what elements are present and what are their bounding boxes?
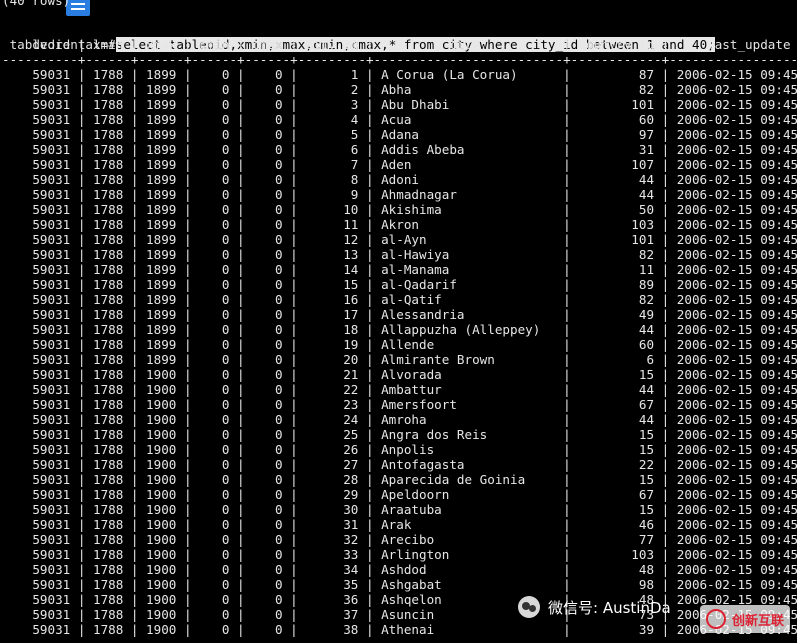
table-row: 59031 | 1788 | 1900 | 0 | 0 | 24 | Amroh… xyxy=(2,412,797,427)
table-row: 59031 | 1788 | 1899 | 0 | 0 | 11 | Akron… xyxy=(2,217,797,232)
table-row: 59031 | 1788 | 1900 | 0 | 0 | 31 | Arak … xyxy=(2,517,797,532)
table-row: 59031 | 1788 | 1900 | 0 | 0 | 29 | Apeld… xyxy=(2,487,797,502)
table-row: 59031 | 1788 | 1900 | 0 | 0 | 34 | Ashdo… xyxy=(2,562,797,577)
table-row: 59031 | 1788 | 1899 | 0 | 0 | 2 | Abha |… xyxy=(2,82,797,97)
table-row: 59031 | 1788 | 1900 | 0 | 0 | 21 | Alvor… xyxy=(2,367,797,382)
result-header-row: tableoid | xmin | xmax | cmin | cmax | c… xyxy=(2,37,797,52)
table-row: 59031 | 1788 | 1899 | 0 | 0 | 14 | al-Ma… xyxy=(2,262,797,277)
brand-text: 创新互联 xyxy=(732,613,785,629)
table-row: 59031 | 1788 | 1899 | 0 | 0 | 16 | al-Qa… xyxy=(2,292,797,307)
table-row: 59031 | 1788 | 1900 | 0 | 0 | 33 | Arlin… xyxy=(2,547,797,562)
wechat-icon xyxy=(518,596,540,618)
table-row: 59031 | 1788 | 1899 | 0 | 0 | 10 | Akish… xyxy=(2,202,797,217)
table-row: 59031 | 1788 | 1899 | 0 | 0 | 20 | Almir… xyxy=(2,352,797,367)
table-row: 59031 | 1788 | 1900 | 0 | 0 | 25 | Angra… xyxy=(2,427,797,442)
table-row: 59031 | 1788 | 1899 | 0 | 0 | 13 | al-Ha… xyxy=(2,247,797,262)
previous-output-line: (40 rows) xyxy=(2,0,71,8)
table-row: 59031 | 1788 | 1899 | 0 | 0 | 9 | Ahmadn… xyxy=(2,187,797,202)
table-row: 59031 | 1788 | 1900 | 0 | 0 | 30 | Araat… xyxy=(2,502,797,517)
table-row: 59031 | 1788 | 1899 | 0 | 0 | 6 | Addis … xyxy=(2,142,797,157)
table-row: 59031 | 1788 | 1899 | 0 | 0 | 18 | Allap… xyxy=(2,322,797,337)
result-separator: ----------+------+------+------+------+-… xyxy=(2,52,797,67)
wechat-watermark: 微信号: AustinDa xyxy=(518,596,671,618)
table-row: 59031 | 1788 | 1900 | 0 | 0 | 37 | Asunc… xyxy=(2,607,797,622)
table-row: 59031 | 1788 | 1900 | 0 | 0 | 38 | Athen… xyxy=(2,622,797,637)
table-row: 59031 | 1788 | 1899 | 0 | 0 | 1 | A Coru… xyxy=(2,67,797,82)
table-row: 59031 | 1788 | 1900 | 0 | 0 | 28 | Apare… xyxy=(2,472,797,487)
brand-icon xyxy=(706,609,726,629)
table-row: 59031 | 1788 | 1900 | 0 | 0 | 22 | Ambat… xyxy=(2,382,797,397)
table-row: 59031 | 1788 | 1899 | 0 | 0 | 15 | al-Qa… xyxy=(2,277,797,292)
table-row: 59031 | 1788 | 1899 | 0 | 0 | 7 | Aden |… xyxy=(2,157,797,172)
command-line[interactable]: dvdrental=#select tableoid,xmin,xmax,cmi… xyxy=(2,22,715,52)
table-row: 59031 | 1788 | 1899 | 0 | 0 | 3 | Abu Dh… xyxy=(2,97,797,112)
table-row: 59031 | 1788 | 1899 | 0 | 0 | 5 | Adana … xyxy=(2,127,797,142)
terminal-window[interactable]: (40 rows) dvdrental=#select tableoid,xmi… xyxy=(0,0,797,643)
table-row: 59031 | 1788 | 1900 | 0 | 0 | 36 | Ashqe… xyxy=(2,592,797,607)
result-rows: 59031 | 1788 | 1899 | 0 | 0 | 1 | A Coru… xyxy=(0,67,797,637)
table-row: 59031 | 1788 | 1900 | 0 | 0 | 32 | Areci… xyxy=(2,532,797,547)
watermark-text: 微信号: AustinDa xyxy=(548,598,671,617)
table-row: 59031 | 1788 | 1899 | 0 | 0 | 19 | Allen… xyxy=(2,337,797,352)
table-row: 59031 | 1788 | 1899 | 0 | 0 | 8 | Adoni … xyxy=(2,172,797,187)
table-row: 59031 | 1788 | 1899 | 0 | 0 | 17 | Aless… xyxy=(2,307,797,322)
table-row: 59031 | 1788 | 1899 | 0 | 0 | 12 | al-Ay… xyxy=(2,232,797,247)
brand-logo: 创新互联 xyxy=(700,605,791,633)
table-row: 59031 | 1788 | 1900 | 0 | 0 | 35 | Ashga… xyxy=(2,577,797,592)
table-row: 59031 | 1788 | 1899 | 0 | 0 | 4 | Acua |… xyxy=(2,112,797,127)
table-row: 59031 | 1788 | 1900 | 0 | 0 | 26 | Anpol… xyxy=(2,442,797,457)
table-row: 59031 | 1788 | 1900 | 0 | 0 | 23 | Amers… xyxy=(2,397,797,412)
table-row: 59031 | 1788 | 1900 | 0 | 0 | 27 | Antof… xyxy=(2,457,797,472)
